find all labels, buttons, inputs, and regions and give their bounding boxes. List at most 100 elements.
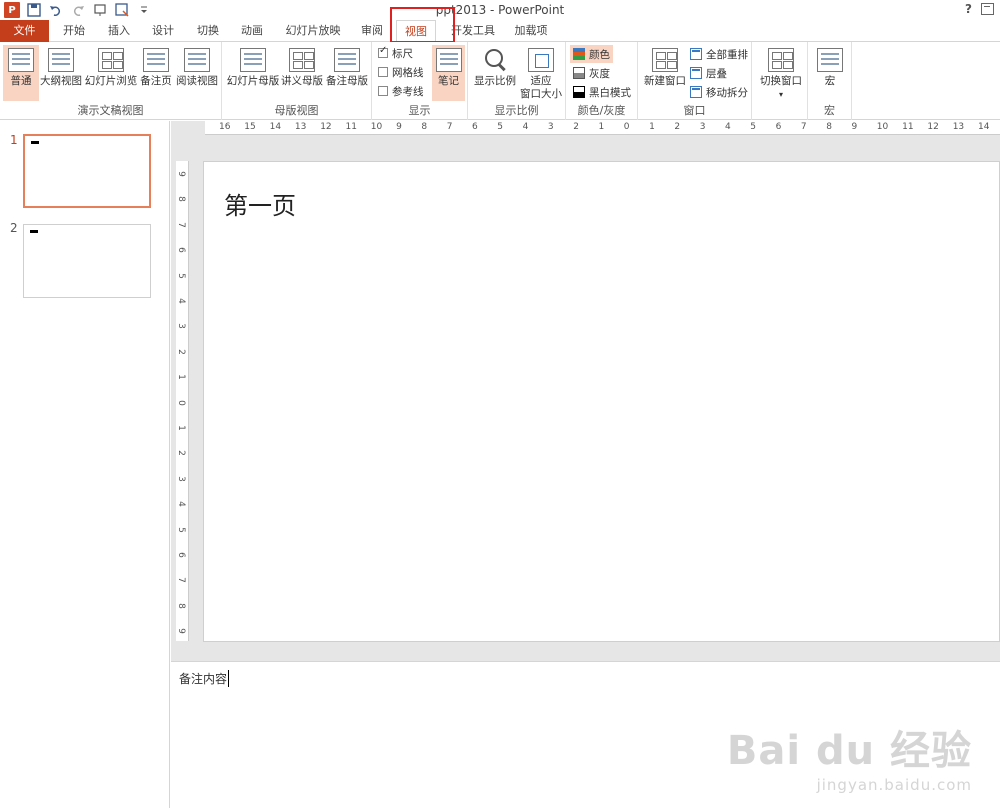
color-label: 颜色 [589, 48, 610, 61]
tab-transitions[interactable]: 切换 [190, 20, 226, 42]
tab-insert[interactable]: 插入 [101, 20, 137, 42]
slide-canvas[interactable]: 第一页 [203, 161, 1000, 642]
guides-checkbox-row[interactable]: 参考线 [378, 83, 424, 99]
notes-page-button[interactable]: 备注页 [138, 45, 174, 101]
ruler-checkbox[interactable] [378, 45, 388, 58]
zoom-button[interactable]: 显示比例 [472, 45, 518, 101]
tab-review[interactable]: 审阅 [354, 20, 390, 42]
notes-master-button[interactable]: 备注母版 [324, 45, 370, 101]
group-color-grayscale: 颜色 灰度 黑白模式 颜色/灰度 [566, 42, 638, 120]
switch-window-icon [768, 48, 794, 72]
ruler-tick-label: 8 [175, 602, 186, 609]
watermark-logo: Bai du 经验 [726, 728, 972, 774]
powerpoint-app-icon[interactable]: P [4, 2, 20, 18]
slide-thumbnail-1[interactable] [23, 134, 151, 208]
slide-thumbnail-2[interactable] [23, 224, 151, 298]
ruler-tick-label: 1 [175, 425, 186, 431]
notes-page-label: 备注页 [140, 75, 172, 87]
ruler-tick-label: 3 [547, 122, 554, 132]
color-swatch-icon [573, 48, 585, 60]
slide-sorter-button[interactable]: 幻灯片浏览 [84, 45, 138, 101]
slide-master-button[interactable]: 幻灯片母版 [226, 45, 280, 101]
notes-pane[interactable]: 备注内容 Bai du 经验 jingyan.baidu.com [171, 661, 1000, 808]
arrange-all-option[interactable]: 全部重排 [687, 45, 751, 63]
ruler-tick-label: 8 [175, 196, 186, 203]
outline-view-label: 大纲视图 [40, 75, 82, 87]
fit-to-window-button[interactable]: 适应 窗口大小 [518, 45, 564, 101]
outline-view-icon [48, 48, 74, 72]
slide-title-text[interactable]: 第一页 [224, 186, 296, 221]
tab-design[interactable]: 设计 [145, 20, 181, 42]
group-zoom: 显示比例 适应 窗口大小 显示比例 [468, 42, 566, 120]
ruler-checkbox-row[interactable]: 标尺 [378, 45, 413, 61]
notes-button-label: 笔记 [438, 75, 459, 87]
switch-window-button[interactable]: 切换窗口 ▾ [756, 45, 806, 101]
save-as-icon[interactable] [114, 2, 130, 18]
ribbon-display-options-icon[interactable] [981, 3, 994, 15]
gridlines-label: 网格线 [392, 66, 424, 79]
color-option[interactable]: 颜色 [570, 45, 613, 63]
guides-checkbox[interactable] [378, 86, 388, 96]
black-white-option[interactable]: 黑白模式 [570, 83, 634, 101]
undo-icon[interactable] [48, 2, 64, 18]
ruler-tick-label: 3 [699, 122, 706, 132]
horizontal-ruler[interactable]: 16 15 14 13 12 11 10 9 8 7 6 5 4 3 2 1 0 1 2 3 4 5 6 7 8 9 10 11 12 1… [205, 121, 1000, 135]
grayscale-option[interactable]: 灰度 [570, 64, 613, 82]
slides-thumbnail-panel: 1 2 [0, 121, 170, 808]
notes-master-label: 备注母版 [326, 75, 368, 87]
tab-addins[interactable]: 加载项 [508, 20, 554, 42]
group-presentation-views: 普通 大纲视图 幻灯片浏览 备注页 阅读视图 演示文稿视图 [0, 42, 222, 120]
tab-home[interactable]: 开始 [56, 20, 92, 42]
save-icon[interactable] [26, 2, 42, 18]
customize-qat-icon[interactable] [136, 2, 152, 18]
group-macros: 宏 宏 [808, 42, 852, 120]
redo-icon[interactable] [70, 2, 86, 18]
handout-master-button[interactable]: 讲义母版 [280, 45, 324, 101]
reading-view-button[interactable]: 阅读视图 [175, 45, 219, 101]
tab-file[interactable]: 文件 [0, 20, 49, 42]
slide-master-icon [240, 48, 266, 72]
ruler-tick-label: 16 [219, 122, 231, 132]
normal-view-icon [8, 48, 34, 72]
reading-view-icon [184, 48, 210, 72]
cascade-icon [690, 67, 702, 79]
ruler-tick-label: 0 [623, 122, 630, 132]
slide-sorter-label: 幻灯片浏览 [84, 75, 138, 87]
outline-view-button[interactable]: 大纲视图 [40, 45, 82, 101]
tab-animations[interactable]: 动画 [234, 20, 270, 42]
help-button[interactable]: ? [965, 2, 972, 16]
chevron-down-icon: ▾ [778, 90, 783, 99]
start-from-beginning-icon[interactable] [92, 2, 108, 18]
grayscale-swatch-icon [573, 67, 585, 79]
fit-to-window-icon [528, 48, 554, 72]
ruler-tick-label: 5 [750, 122, 757, 132]
ruler-label: 标尺 [392, 47, 413, 60]
slide-number-1: 1 [10, 133, 18, 147]
cascade-option[interactable]: 层叠 [687, 64, 730, 82]
move-split-label: 移动拆分 [706, 86, 748, 99]
normal-view-label: 普通 [10, 75, 32, 87]
ruler-tick-label: 10 [370, 122, 383, 132]
grayscale-label: 灰度 [589, 67, 610, 80]
slide-master-label: 幻灯片母版 [226, 75, 280, 87]
new-window-button[interactable]: 新建窗口 [642, 45, 688, 101]
gridlines-checkbox-row[interactable]: 网格线 [378, 64, 424, 80]
highlight-annotation-box [390, 7, 455, 43]
vertical-ruler[interactable]: 9 8 7 6 5 4 3 2 1 0 1 2 3 4 5 6 7 8 9 [176, 161, 189, 641]
ruler-tick-label: 4 [175, 298, 186, 304]
move-split-option[interactable]: 移动拆分 [687, 83, 751, 101]
group-label-presentation-views: 演示文稿视图 [77, 104, 144, 117]
gridlines-checkbox[interactable] [378, 67, 388, 77]
macros-button[interactable]: 宏 [814, 45, 846, 101]
ruler-tick-label: 13 [294, 122, 307, 132]
normal-view-button[interactable]: 普通 [3, 45, 39, 101]
ruler-tick-label: 8 [421, 122, 428, 132]
tab-slide-show[interactable]: 幻灯片放映 [280, 20, 346, 42]
notes-icon [435, 48, 462, 72]
notes-text[interactable]: 备注内容 [179, 670, 230, 687]
ruler-tick-label: 3 [175, 475, 186, 482]
ruler-tick-label: 7 [446, 122, 453, 132]
group-show: 标尺 网格线 参考线 笔记 显示 [372, 42, 468, 120]
notes-button[interactable]: 笔记 [432, 45, 465, 101]
ruler-tick-label: 2 [674, 122, 681, 132]
